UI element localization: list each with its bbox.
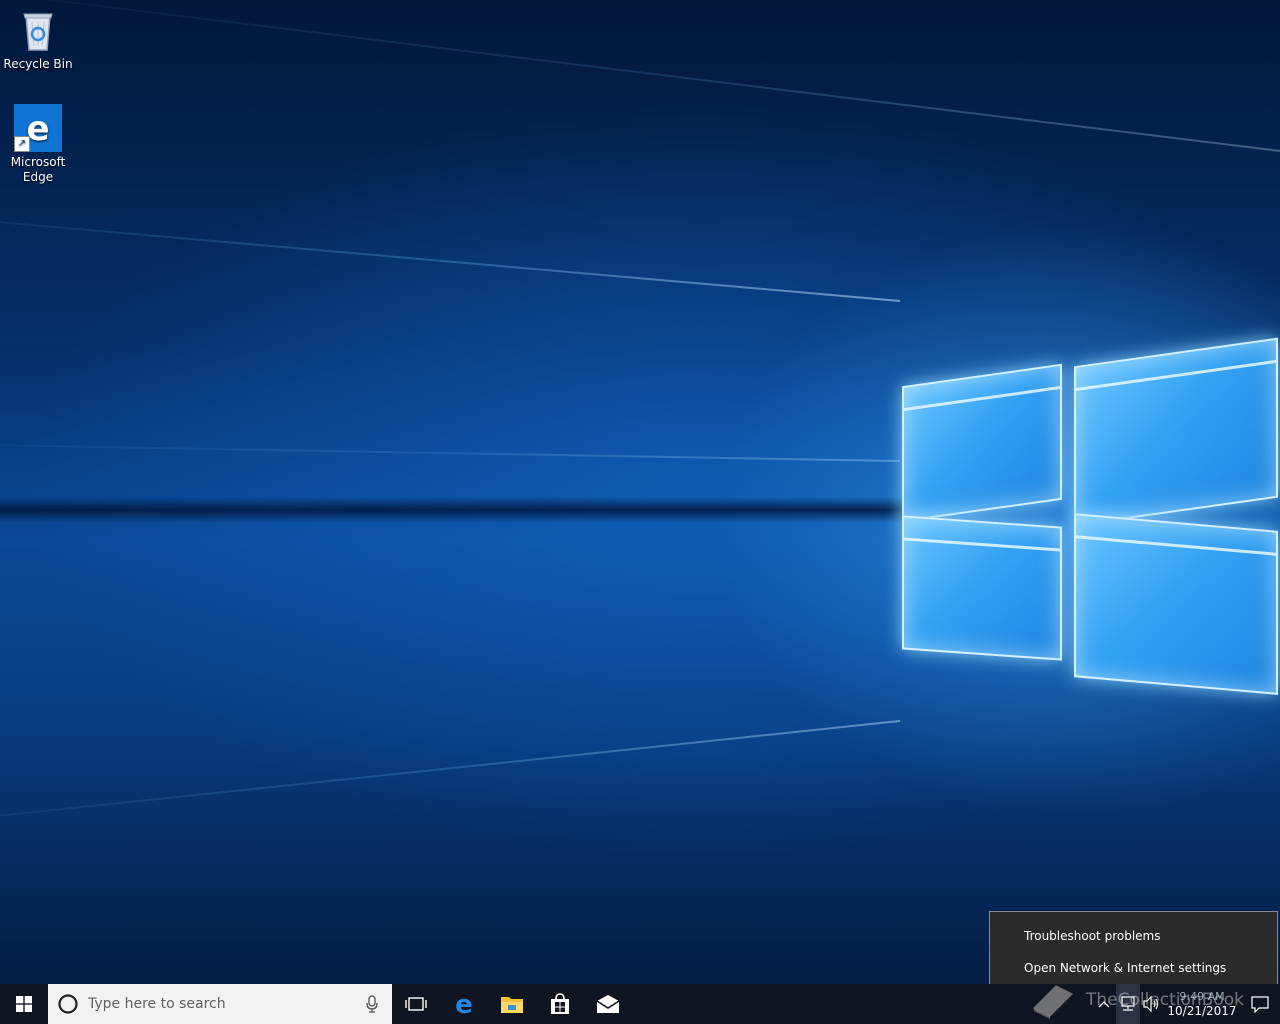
menu-item-open-network-settings[interactable]: Open Network & Internet settings: [990, 952, 1277, 984]
desktop-icon-recycle-bin[interactable]: Recycle Bin: [0, 6, 76, 72]
system-tray: 9:49 AM 10/21/2017: [1092, 984, 1280, 1024]
windows-logo-icon: [16, 996, 32, 1012]
task-view-icon: [405, 997, 427, 1011]
volume-icon: [1143, 996, 1159, 1012]
notification-icon: [1251, 996, 1269, 1013]
taskbar-edge-button[interactable]: e: [440, 984, 488, 1024]
logo-pane: [902, 363, 1062, 523]
desktop-icon-label: Recycle Bin: [3, 57, 73, 71]
search-box[interactable]: Type here to search: [48, 984, 392, 1024]
logo-pane: [1074, 513, 1278, 695]
desktop-icon-label-line1: Microsoft: [10, 155, 66, 169]
task-view-button[interactable]: [392, 984, 440, 1024]
shortcut-arrow-icon: ↗: [14, 136, 30, 152]
taskbar-clock[interactable]: 9:49 AM 10/21/2017: [1164, 984, 1240, 1024]
show-hidden-icons-button[interactable]: [1092, 984, 1116, 1024]
clock-date: 10/21/2017: [1167, 1004, 1237, 1018]
chevron-up-icon: [1098, 1001, 1110, 1008]
clock-time: 9:49 AM: [1179, 990, 1225, 1003]
logo-pane: [1074, 337, 1278, 527]
svg-text:e: e: [455, 992, 473, 1016]
edge-icon: e ↗: [14, 104, 62, 152]
network-icon: [1121, 996, 1135, 1011]
desktop-icon-microsoft-edge[interactable]: e ↗ Microsoft Edge: [0, 104, 76, 185]
volume-tray-button[interactable]: [1140, 984, 1164, 1024]
desktop-icon-label-line2: Edge: [22, 170, 54, 184]
logo-pane: [902, 515, 1062, 661]
taskbar: Type here to search e 9:49 AM 10/21/2017: [0, 984, 1280, 1024]
store-icon: [551, 993, 569, 1014]
search-placeholder: Type here to search: [88, 996, 226, 1012]
file-explorer-icon: [501, 997, 523, 1013]
microphone-icon[interactable]: [352, 984, 392, 1024]
cortana-icon: [56, 992, 80, 1016]
mail-icon: [596, 995, 620, 1013]
desktop-wallpaper[interactable]: Recycle Bin e ↗ Microsoft Edge: [0, 0, 1280, 984]
taskbar-file-explorer-button[interactable]: [488, 984, 536, 1024]
recycle-bin-icon: [14, 6, 62, 54]
taskbar-mail-button[interactable]: [584, 984, 632, 1024]
action-center-button[interactable]: [1240, 984, 1280, 1024]
start-button[interactable]: [0, 984, 48, 1024]
edge-icon: e: [455, 992, 473, 1016]
network-context-menu: Troubleshoot problems Open Network & Int…: [989, 911, 1278, 991]
network-tray-button[interactable]: [1116, 984, 1140, 1024]
menu-item-troubleshoot-problems[interactable]: Troubleshoot problems: [990, 920, 1277, 952]
taskbar-store-button[interactable]: [536, 984, 584, 1024]
windows-logo-wallpaper: [0, 0, 1280, 984]
